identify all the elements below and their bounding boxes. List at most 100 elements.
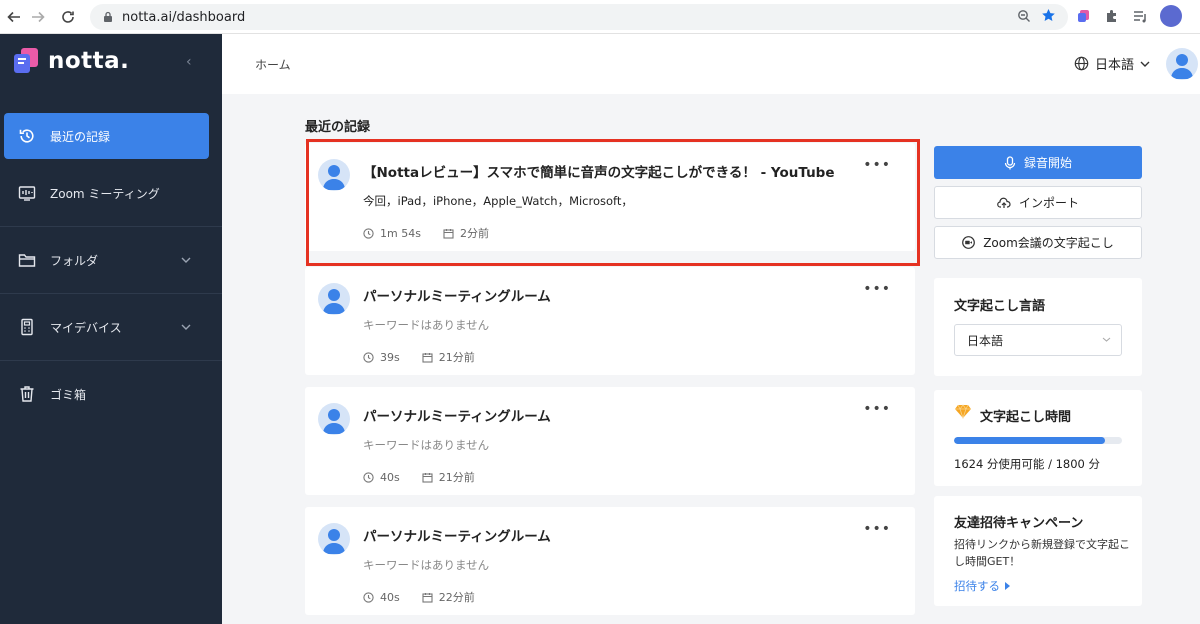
campaign-panel: 友達招待キャンペーン 招待リンクから新規登録で文字起こし時間GET！ 招待する <box>934 496 1142 606</box>
clock-icon <box>363 471 374 483</box>
address-bar[interactable]: notta.ai/dashboard <box>90 4 1068 30</box>
record-meta: 40s 21分前 <box>363 469 497 485</box>
trash-icon <box>18 385 36 403</box>
user-icon <box>323 289 345 314</box>
user-icon <box>323 409 345 434</box>
transcription-language-select[interactable]: 日本語 <box>954 324 1122 356</box>
logo-text: notta. <box>48 48 130 74</box>
clock-icon <box>363 351 374 363</box>
record-card[interactable]: パーソナルミーティングルーム ••• キーワードはありません 40s 21分前 <box>305 387 915 495</box>
chevron-down-icon <box>181 322 191 333</box>
diamond-icon <box>955 404 971 419</box>
invite-link-label: 招待する <box>954 579 1000 593</box>
more-options-icon[interactable]: ••• <box>863 521 891 537</box>
record-keywords: キーワードはありません <box>363 318 490 332</box>
sidebar-item-recent[interactable]: 最近の記録 <box>4 113 209 159</box>
record-title[interactable]: パーソナルミーティングルーム <box>363 525 551 545</box>
zoom-transcribe-label: Zoom会議の文字起こし <box>983 236 1114 250</box>
calendar-icon <box>422 352 433 363</box>
start-recording-label: 録音開始 <box>1023 156 1072 170</box>
sidebar-item-folder[interactable]: フォルダ <box>4 237 209 283</box>
sidebar-item-label: Zoom ミーティング <box>50 186 160 201</box>
chevron-down-icon <box>1140 61 1150 67</box>
section-title: 最近の記録 <box>305 120 371 135</box>
back-arrow-icon[interactable] <box>2 5 26 29</box>
bookmark-star-icon[interactable] <box>1041 8 1056 23</box>
invite-link[interactable]: 招待する <box>954 578 1010 594</box>
sidebar-divider <box>0 226 222 227</box>
user-avatar[interactable] <box>1166 48 1198 80</box>
folder-icon <box>18 251 36 269</box>
record-meta: 40s 22分前 <box>363 589 497 605</box>
notta-logo[interactable]: notta. <box>12 46 129 76</box>
record-card[interactable]: パーソナルミーティングルーム ••• キーワードはありません 39s 21分前 <box>305 267 915 375</box>
cloud-upload-icon <box>997 197 1011 208</box>
campaign-text: 招待リンクから新規登録で文字起こし時間GET！ <box>954 538 1130 568</box>
zoom-transcribe-button[interactable]: Zoom会議の文字起こし <box>934 226 1142 259</box>
forward-arrow-icon[interactable] <box>26 5 50 29</box>
zoom-icon[interactable] <box>1017 9 1031 23</box>
user-icon <box>323 529 345 554</box>
record-avatar <box>318 523 350 555</box>
record-time: 21分前 <box>438 351 475 364</box>
zoom-meeting-icon <box>18 184 36 202</box>
clock-icon <box>363 591 374 603</box>
chevron-down-icon <box>181 255 191 266</box>
microphone-icon <box>1004 155 1016 169</box>
notta-logo-icon <box>14 48 38 73</box>
sidebar-item-zoom[interactable]: Zoom ミーティング <box>4 170 209 216</box>
transcription-time-panel: 文字起こし時間 1624 分使用可能 / 1800 分 <box>934 390 1142 486</box>
record-title[interactable]: パーソナルミーティングルーム <box>363 285 551 305</box>
panel-title: 文字起こし言語 <box>954 299 1046 314</box>
record-duration: 40s <box>380 590 400 604</box>
collapse-sidebar-icon[interactable]: ‹ <box>186 54 192 70</box>
sidebar-divider <box>0 360 222 361</box>
record-title[interactable]: パーソナルミーティングルーム <box>363 405 551 425</box>
calendar-icon <box>422 592 433 603</box>
sidebar-item-trash[interactable]: ゴミ箱 <box>4 371 209 417</box>
top-header: ホーム 日本語 <box>222 34 1200 94</box>
import-label: インポート <box>1018 196 1079 210</box>
record-avatar <box>318 403 350 435</box>
sidebar-divider <box>0 293 222 294</box>
extensions-puzzle-icon[interactable] <box>1104 8 1120 24</box>
sidebar-item-my-device[interactable]: マイデバイス <box>4 304 209 350</box>
breadcrumb[interactable]: ホーム <box>255 56 291 73</box>
record-card[interactable]: パーソナルミーティングルーム ••• キーワードはありません 40s 22分前 <box>305 507 915 615</box>
reload-icon[interactable] <box>56 5 80 29</box>
record-keywords: キーワードはありません <box>363 438 490 452</box>
more-options-icon[interactable]: ••• <box>863 281 891 297</box>
user-icon <box>1171 54 1193 79</box>
import-button[interactable]: インポート <box>934 186 1142 219</box>
sidebar-item-label: 最近の記録 <box>50 129 111 144</box>
sidebar-item-label: フォルダ <box>50 253 99 268</box>
reading-list-icon[interactable] <box>1132 8 1148 24</box>
select-value: 日本語 <box>967 333 1004 348</box>
history-icon <box>18 127 36 145</box>
usage-text: 1624 分使用可能 / 1800 分 <box>954 457 1101 471</box>
device-icon <box>18 318 36 336</box>
sidebar-item-label: マイデバイス <box>50 320 122 335</box>
record-duration: 40s <box>380 470 400 484</box>
record-meta: 39s 21分前 <box>363 349 497 365</box>
record-time: 21分前 <box>438 471 475 484</box>
chevron-down-icon <box>1102 335 1111 345</box>
globe-icon <box>1074 56 1089 71</box>
panel-title: 文字起こし時間 <box>980 410 1072 425</box>
start-recording-button[interactable]: 録音開始 <box>934 146 1142 179</box>
language-selector[interactable]: 日本語 <box>1074 54 1150 73</box>
browser-toolbar: notta.ai/dashboard <box>0 0 1200 34</box>
record-time: 22分前 <box>438 591 475 604</box>
highlight-annotation <box>306 139 920 266</box>
language-label: 日本語 <box>1094 58 1134 73</box>
panel-title: 友達招待キャンペーン <box>954 516 1084 531</box>
record-keywords: キーワードはありません <box>363 558 490 572</box>
sidebar: notta. ‹ 最近の記録 Zoom ミーティング フォルダ マイデバイス ゴ… <box>0 34 222 624</box>
transcription-language-panel: 文字起こし言語 日本語 <box>934 278 1142 376</box>
extension-notta-icon[interactable] <box>1076 8 1092 24</box>
usage-progress-bar <box>954 437 1122 444</box>
sidebar-item-label: ゴミ箱 <box>50 387 87 402</box>
caret-right-icon <box>1004 582 1010 590</box>
browser-profile-avatar[interactable] <box>1160 5 1182 27</box>
more-options-icon[interactable]: ••• <box>863 401 891 417</box>
